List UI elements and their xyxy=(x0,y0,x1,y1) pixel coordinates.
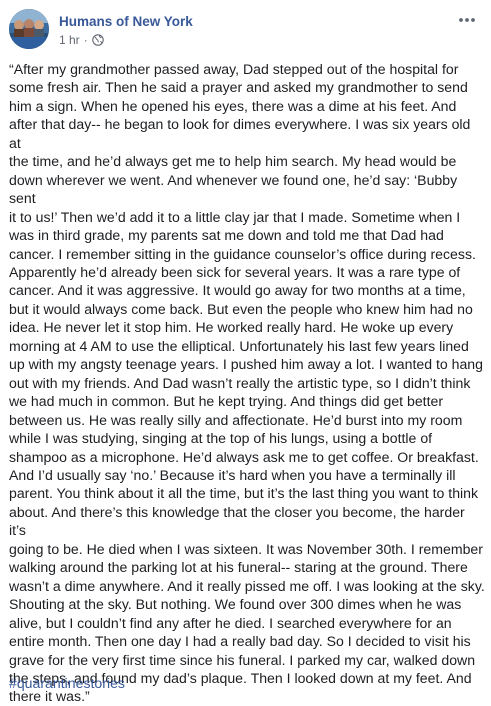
avatar-photo-icon xyxy=(9,9,49,49)
globe-icon[interactable] xyxy=(91,34,104,46)
post-timestamp[interactable]: 1 hr xyxy=(59,33,80,47)
facebook-post: Humans of New York 1 hr · “After my gran… xyxy=(0,0,491,704)
meta-separator: · xyxy=(83,33,88,47)
page-avatar[interactable] xyxy=(9,9,49,49)
more-options-icon[interactable] xyxy=(458,13,476,25)
post-body-text: “After my grandmother passed away, Dad s… xyxy=(9,61,485,705)
page-name-link[interactable]: Humans of New York xyxy=(59,14,193,29)
post-meta: 1 hr · xyxy=(59,33,104,47)
hashtag-link[interactable]: #quarantinestories xyxy=(9,675,125,691)
post-header: Humans of New York 1 hr · xyxy=(9,9,482,55)
